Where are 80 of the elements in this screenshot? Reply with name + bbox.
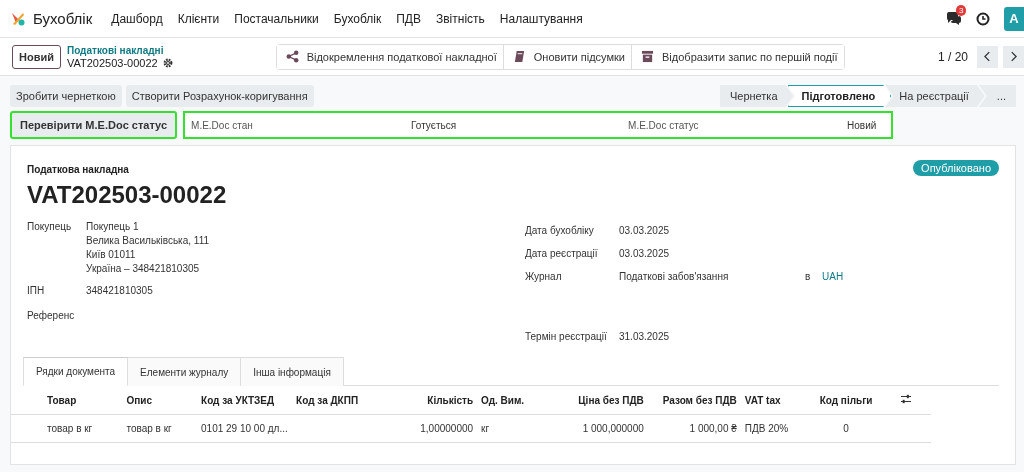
table-cell: 1,00000000 bbox=[420, 423, 474, 434]
tab[interactable]: Елементи журналу bbox=[128, 357, 242, 386]
column-header[interactable]: Товар bbox=[47, 394, 77, 406]
menu-item[interactable]: Звітність bbox=[435, 11, 485, 26]
new-button[interactable]: Новий bbox=[12, 44, 61, 69]
record-name: VAT202503-00022 bbox=[66, 56, 158, 70]
column-header[interactable]: Код за УКТЗЕД bbox=[201, 394, 275, 406]
chevron-right-icon bbox=[1010, 51, 1017, 62]
field-value: Київ 01011 bbox=[86, 249, 137, 260]
field-value: Податкові забов'язання bbox=[619, 271, 730, 282]
column-header[interactable]: Од. Вим. bbox=[481, 394, 525, 406]
field-label: Журнал bbox=[525, 271, 563, 282]
table-cell: товар в кг bbox=[47, 423, 93, 434]
share-icon bbox=[285, 50, 299, 63]
check-status-button[interactable]: Перевірити M.E.Doc статус bbox=[10, 111, 178, 139]
tab[interactable]: Інша інформація bbox=[241, 357, 344, 386]
table-cell: кг bbox=[481, 423, 490, 434]
menu-item[interactable]: Дашборд bbox=[111, 11, 163, 26]
field-value: 03.03.2025 bbox=[619, 225, 671, 236]
menu-item[interactable]: Постачальники bbox=[234, 11, 319, 26]
field-value: Покупець 1 bbox=[86, 221, 140, 232]
document-title: VAT202503-00022 bbox=[27, 181, 227, 209]
column-header[interactable]: Код за ДКПП bbox=[296, 394, 359, 406]
field-value: 348421810305 bbox=[86, 285, 153, 296]
column-header[interactable]: Опис bbox=[126, 394, 152, 406]
status-badge: Опубліковано bbox=[913, 160, 999, 176]
table-cell: 0101 29 10 00 дл... bbox=[201, 423, 288, 434]
field-value: Велика Васильківська, 111 bbox=[86, 235, 210, 246]
more-stages-button[interactable]: ... bbox=[978, 85, 1016, 107]
app-name[interactable]: Бухоблік bbox=[33, 10, 93, 27]
action-button[interactable]: Створити Розрахунок-коригування bbox=[125, 85, 314, 107]
field-value: Новий bbox=[847, 119, 878, 131]
menu-item[interactable]: Бухоблік bbox=[333, 11, 382, 26]
field-label: Термін реєстрації bbox=[525, 331, 608, 342]
table-cell: товар в кг bbox=[126, 423, 172, 434]
menu-item[interactable]: Налаштування bbox=[499, 11, 583, 26]
column-header[interactable]: Разом без ПДВ bbox=[662, 394, 737, 406]
status-stage[interactable]: На реєстрації bbox=[885, 85, 985, 107]
field-label: ІПН bbox=[27, 285, 46, 298]
field-value: 31.03.2025 bbox=[619, 331, 671, 342]
app-logo-icon[interactable] bbox=[10, 10, 26, 27]
field-label: в bbox=[805, 271, 812, 282]
field-label: Дата реєстрації bbox=[525, 248, 599, 259]
menu-item[interactable]: Клієнти bbox=[177, 11, 220, 26]
field-value: 03.03.2025 bbox=[619, 248, 671, 259]
field-label: M.E.Doc стан bbox=[191, 119, 254, 131]
field-label: Дата бухобліку bbox=[525, 225, 595, 236]
tab[interactable]: Рядки документа bbox=[23, 357, 129, 386]
archive-icon bbox=[641, 50, 654, 63]
column-header[interactable]: Код пільги bbox=[819, 394, 873, 406]
next-button[interactable] bbox=[1003, 45, 1024, 68]
chat-icon[interactable] bbox=[946, 11, 962, 26]
column-header[interactable]: VAT tax bbox=[744, 394, 781, 406]
field-label: M.E.Doc статус bbox=[628, 119, 700, 131]
menu-item[interactable]: ПДВ bbox=[396, 11, 421, 26]
pager-value: 1 / 20 bbox=[937, 49, 968, 64]
status-stage[interactable]: Підготовлено bbox=[787, 85, 892, 107]
column-header[interactable]: Ціна без ПДВ bbox=[578, 394, 644, 406]
table-cell: 0 bbox=[843, 423, 849, 434]
column-settings-icon[interactable] bbox=[900, 394, 913, 404]
notification-count: 3 bbox=[956, 4, 967, 16]
previous-button[interactable] bbox=[977, 45, 998, 68]
breadcrumb-link[interactable]: Податкові накладні bbox=[66, 43, 173, 57]
book-icon bbox=[512, 50, 526, 63]
currency-link[interactable]: UAH bbox=[822, 271, 844, 282]
field-label: Покупець bbox=[27, 221, 73, 234]
table-cell: 1 000,000000 bbox=[582, 423, 644, 434]
document-type: Податкова накладна bbox=[27, 164, 130, 175]
table-cell: ПДВ 20% bbox=[744, 423, 789, 434]
status-stage[interactable]: Чернетка bbox=[719, 85, 794, 107]
action-button[interactable]: Відокремлення податкової накладної bbox=[276, 44, 504, 69]
gear-icon[interactable] bbox=[162, 58, 173, 68]
chevron-left-icon bbox=[984, 51, 991, 62]
clock-icon[interactable] bbox=[976, 11, 990, 26]
action-button[interactable]: Зробити чернеткою bbox=[10, 85, 122, 107]
field-label: Референс bbox=[27, 310, 76, 323]
field-value: Україна – 348421810305 bbox=[86, 263, 201, 274]
column-header[interactable]: Кількість bbox=[427, 394, 474, 406]
field-value: Готується bbox=[411, 119, 458, 131]
table-cell: 1 000,00 ₴ bbox=[689, 423, 737, 434]
